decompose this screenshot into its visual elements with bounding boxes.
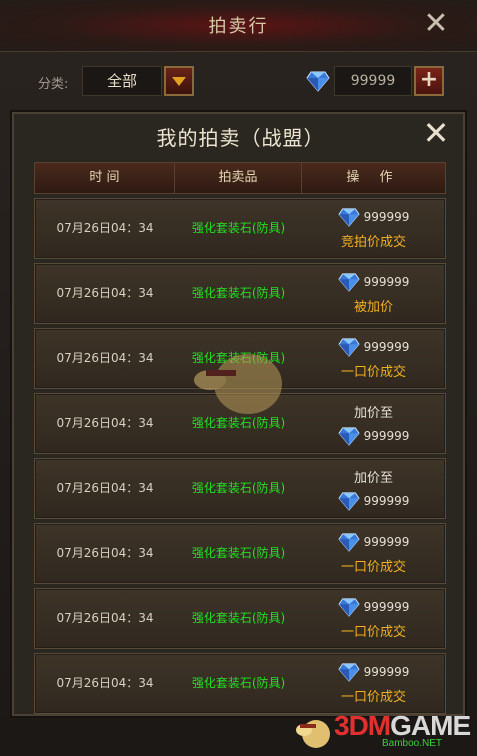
- diamond-icon: [338, 598, 360, 617]
- watermark-brand-a: 3DM: [334, 710, 391, 741]
- diamond-icon: [338, 208, 360, 227]
- auction-row[interactable]: 07月26日04：34 强化套装石(防具) 999999 一口价成交: [34, 653, 446, 714]
- row-item: 强化套装石(防具): [191, 481, 286, 495]
- diamond-icon: [338, 338, 360, 357]
- column-header-action: 操 作: [346, 170, 401, 185]
- column-header-time: 时 间: [35, 163, 175, 193]
- action-line-1: 加价至: [302, 402, 445, 422]
- diamond-icon: [338, 663, 360, 682]
- action-line-2: 一口价成交: [302, 621, 445, 641]
- action-line-2: 竞拍价成交: [302, 231, 445, 251]
- price-amount: 999999: [363, 494, 410, 508]
- category-select[interactable]: 全部: [82, 66, 162, 96]
- diamond-icon: [338, 533, 360, 552]
- currency-amount: 99999: [334, 66, 412, 96]
- add-currency-button[interactable]: +: [414, 66, 444, 96]
- row-action: 加价至 999999: [302, 394, 445, 453]
- diamond-icon: [338, 427, 360, 446]
- row-action: 999999 一口价成交: [302, 589, 445, 648]
- action-line-1: 999999: [302, 532, 445, 552]
- action-line-2: 一口价成交: [302, 361, 445, 381]
- table-header: 时 间 拍卖品 操 作: [34, 162, 446, 194]
- row-time: 07月26日04：34: [56, 611, 154, 625]
- filter-bar: 分类: 全部 99999 +: [0, 64, 477, 100]
- row-action: 999999 一口价成交: [302, 654, 445, 713]
- price-amount: 999999: [363, 429, 410, 443]
- action-line-2: 一口价成交: [302, 556, 445, 576]
- auction-status: 被加价: [353, 300, 393, 315]
- row-time: 07月26日04：34: [56, 221, 154, 235]
- row-time: 07月26日04：34: [56, 481, 154, 495]
- row-time: 07月26日04：34: [56, 416, 154, 430]
- action-line-1: 999999: [302, 272, 445, 292]
- row-action: 999999 一口价成交: [302, 524, 445, 583]
- panel-title: 我的拍卖（战盟）: [156, 126, 325, 150]
- auction-window: 拍卖行 ✕ 分类: 全部 99999 + 我的拍卖（战盟） ✕ 时 间 拍卖品 …: [0, 0, 477, 756]
- auction-status: 一口价成交: [340, 690, 406, 705]
- window-header: 拍卖行 ✕: [0, 0, 477, 52]
- price-amount: 999999: [363, 340, 410, 354]
- diamond-icon: [338, 492, 360, 511]
- row-action: 加价至 999999: [302, 459, 445, 518]
- watermark-mascot-icon: [194, 354, 282, 414]
- price-amount: 999999: [363, 535, 410, 549]
- action-line-2: 一口价成交: [302, 686, 445, 706]
- row-item: 强化套装石(防具): [191, 611, 286, 625]
- diamond-icon: [306, 71, 330, 92]
- auction-row[interactable]: 07月26日04：34 强化套装石(防具) 999999 被加价: [34, 263, 446, 324]
- row-item: 强化套装石(防具): [191, 221, 286, 235]
- action-line-1: 999999: [302, 662, 445, 682]
- row-action: 999999 一口价成交: [302, 329, 445, 388]
- price-amount: 999999: [363, 210, 410, 224]
- action-line-1: 加价至: [302, 467, 445, 487]
- logo-mascot-icon: [296, 720, 330, 748]
- row-time: 07月26日04：34: [56, 286, 154, 300]
- row-item: 强化套装石(防具): [191, 286, 286, 300]
- price-amount: 999999: [363, 275, 410, 289]
- auction-status: 加价至: [353, 471, 393, 486]
- watermark-sub: Bamboo.NET: [382, 738, 443, 749]
- close-icon[interactable]: ✕: [421, 8, 451, 40]
- auction-status: 一口价成交: [340, 365, 406, 380]
- auction-row[interactable]: 07月26日04：34 强化套装石(防具) 999999 一口价成交: [34, 588, 446, 649]
- chevron-down-icon[interactable]: [164, 66, 194, 96]
- watermark-logo: 3DMGAME Bamboo.NET: [290, 708, 471, 752]
- auction-row[interactable]: 07月26日04：34 强化套装石(防具) 加价至 999999: [34, 458, 446, 519]
- action-line-2: 999999: [302, 491, 445, 511]
- auction-row[interactable]: 07月26日04：34 强化套装石(防具) 999999 一口价成交: [34, 523, 446, 584]
- price-amount: 999999: [363, 665, 410, 679]
- row-item: 强化套装石(防具): [191, 546, 286, 560]
- auction-status: 加价至: [353, 406, 393, 421]
- auction-status: 一口价成交: [340, 625, 406, 640]
- auction-list: 07月26日04：34 强化套装石(防具) 999999 竞拍价成交 07月26日04：…: [34, 198, 446, 718]
- price-amount: 999999: [363, 600, 410, 614]
- auction-status: 一口价成交: [340, 560, 406, 575]
- auction-status: 竞拍价成交: [340, 235, 406, 250]
- watermark-brand-b: GAME: [390, 710, 471, 741]
- row-action: 999999 被加价: [302, 264, 445, 323]
- row-time: 07月26日04：34: [56, 676, 154, 690]
- row-item: 强化套装石(防具): [191, 676, 286, 690]
- action-line-1: 999999: [302, 207, 445, 227]
- window-title: 拍卖行: [208, 16, 269, 37]
- category-label: 分类:: [38, 77, 69, 92]
- auction-row[interactable]: 07月26日04：34 强化套装石(防具) 999999 竞拍价成交: [34, 198, 446, 259]
- panel-close-icon[interactable]: ✕: [421, 116, 451, 150]
- column-header-item: 拍卖品: [175, 163, 302, 193]
- action-line-2: 999999: [302, 426, 445, 446]
- action-line-1: 999999: [302, 597, 445, 617]
- action-line-1: 999999: [302, 337, 445, 357]
- diamond-icon: [338, 273, 360, 292]
- row-time: 07月26日04：34: [56, 351, 154, 365]
- row-action: 999999 竞拍价成交: [302, 199, 445, 258]
- row-time: 07月26日04：34: [56, 546, 154, 560]
- action-line-2: 被加价: [302, 296, 445, 316]
